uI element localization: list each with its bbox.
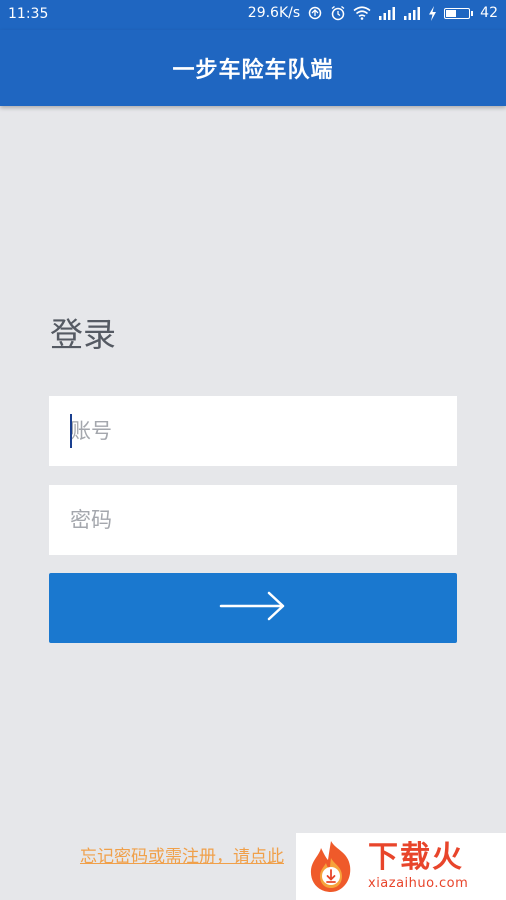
watermark: 下载火 xiazaihuo.com — [296, 833, 506, 900]
battery-icon — [444, 7, 474, 19]
status-indicators: 29.6K/s 42 — [248, 5, 498, 21]
battery-level: 42 — [480, 5, 498, 21]
login-title: 登录 — [50, 315, 116, 354]
wifi-icon — [353, 6, 371, 20]
watermark-title: 下载火 — [368, 840, 464, 875]
password-input[interactable] — [49, 485, 457, 555]
app-title: 一步车险车队端 — [172, 58, 334, 83]
app-bar: 一步车险车队端 — [0, 30, 506, 106]
login-submit-button[interactable] — [49, 573, 457, 643]
signal-icon — [378, 6, 396, 20]
flame-logo-icon — [302, 838, 360, 896]
status-bar: 11:35 29.6K/s 42 — [0, 0, 506, 30]
data-saver-icon — [307, 5, 323, 21]
battery-fill — [446, 9, 457, 17]
forgot-password-link[interactable]: 忘记密码或需注册，请点此 — [80, 842, 284, 867]
watermark-url: xiazaihuo.com — [368, 876, 469, 891]
alarm-icon — [330, 5, 346, 21]
password-field[interactable] — [49, 485, 457, 555]
charging-icon — [428, 5, 437, 21]
account-input[interactable] — [49, 396, 457, 466]
status-time: 11:35 — [8, 6, 49, 22]
text-cursor — [70, 414, 72, 448]
signal-icon — [403, 6, 421, 20]
network-speed: 29.6K/s — [247, 5, 301, 21]
arrow-right-icon — [219, 590, 287, 626]
account-field[interactable] — [49, 396, 457, 466]
